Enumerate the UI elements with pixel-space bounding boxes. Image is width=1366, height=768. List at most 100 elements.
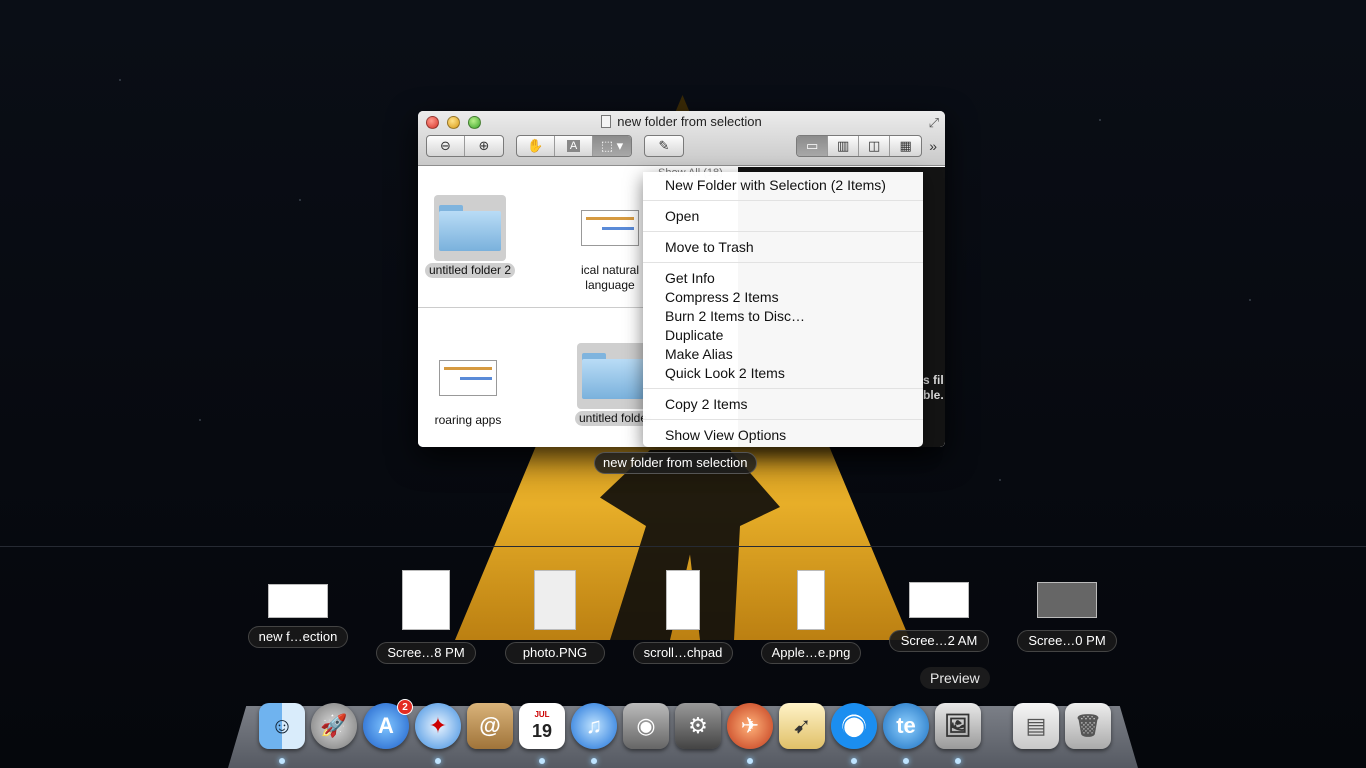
file-thumb [574, 195, 646, 261]
rect-select-icon[interactable]: ⬚ ▾ [593, 136, 631, 156]
menu-separator [643, 262, 923, 263]
hand-icon[interactable]: ✋ [517, 136, 555, 156]
tool-control: ✋ A ⬚ ▾ [516, 135, 632, 157]
shelf-thumbnail [797, 570, 825, 630]
address-book-icon[interactable]: @ [467, 703, 513, 749]
facetime-icon[interactable]: ◉ [623, 703, 669, 749]
zoom-out-icon[interactable]: ⊖ [427, 136, 465, 156]
documents-stack-icon[interactable]: ▤ [1013, 703, 1059, 749]
menu-item-compress[interactable]: Compress 2 Items [643, 288, 923, 307]
textexpander-icon[interactable]: te [883, 703, 929, 749]
running-indicator [851, 758, 857, 764]
file-label: ical natural language [580, 263, 640, 292]
zoom-in-icon[interactable]: ⊕ [465, 136, 503, 156]
file-item[interactable]: untitled folder 2 [420, 195, 520, 278]
text-select-icon[interactable]: A [555, 136, 593, 156]
shelf-thumbnail [402, 570, 450, 630]
menu-item-make-alias[interactable]: Make Alias [643, 345, 923, 364]
menu-item-show-view-options[interactable]: Show View Options [643, 426, 923, 445]
window-titlebar[interactable]: new folder from selection ⤢ ⊖ ⊕ ✋ A ⬚ ▾ … [418, 111, 945, 166]
shelf-label: new f…ection [248, 626, 348, 648]
menu-item-get-info[interactable]: Get Info [643, 269, 923, 288]
window-title-text: new folder from selection [617, 114, 762, 129]
trash-icon[interactable]: 🗑 [1065, 703, 1111, 749]
annotate-control: ✎ [644, 135, 684, 157]
menu-item-move-to-trash[interactable]: Move to Trash [643, 238, 923, 257]
shelf-item[interactable]: Scree…8 PM [374, 566, 478, 664]
folder-icon [582, 353, 644, 399]
running-indicator [591, 758, 597, 764]
file-label: roaring apps [434, 413, 502, 427]
finder-icon[interactable]: ☺ [259, 703, 305, 749]
shelf-label: Scree…8 PM [376, 642, 476, 664]
row-divider [418, 307, 643, 308]
context-menu: New Folder with Selection (2 Items) Open… [643, 172, 923, 447]
view-sidebar-icon[interactable]: ▥ [828, 136, 860, 156]
app-store-badge: 2 [397, 699, 413, 715]
document-thumbnail-icon [439, 360, 497, 396]
file-thumb [434, 195, 506, 261]
safari-icon[interactable]: ✦ [415, 703, 461, 749]
running-indicator [955, 758, 961, 764]
file-item[interactable]: roaring apps [423, 345, 513, 428]
shelf-item[interactable]: Scree…2 AM [887, 566, 991, 652]
menu-item-burn-to-disc[interactable]: Burn 2 Items to Disc… [643, 307, 923, 326]
app-store-icon[interactable]: A2 [363, 699, 413, 749]
folder-icon [439, 205, 501, 251]
menu-separator [643, 419, 923, 420]
shelf-thumbnail [666, 570, 700, 630]
file-item[interactable]: ical natural language [568, 195, 652, 293]
file-label: untitled folde [574, 411, 652, 426]
stack-caption[interactable]: new folder from selection [594, 452, 757, 474]
zoom-control: ⊖ ⊕ [426, 135, 504, 157]
shelf-item[interactable]: Scree…0 PM [1015, 566, 1119, 652]
file-thumb [577, 343, 649, 409]
menu-separator [643, 200, 923, 201]
shelf-label: Apple…e.png [761, 642, 861, 664]
shelf-thumbnail [909, 582, 969, 618]
shelf-item[interactable]: new f…ection [246, 566, 350, 648]
running-indicator [903, 758, 909, 764]
menu-item-new-folder-with-selection[interactable]: New Folder with Selection (2 Items) [643, 176, 923, 195]
shelf-label: scroll…chpad [633, 642, 733, 664]
floor-line [0, 546, 1366, 547]
preview-app-icon[interactable]: 🖼 [935, 703, 981, 749]
file-label: untitled folder 2 [424, 263, 516, 278]
launchpad-icon[interactable]: 🚀 [311, 703, 357, 749]
itunes-icon[interactable]: ♫ [571, 703, 617, 749]
view-two-page-icon[interactable]: ◫ [859, 136, 891, 156]
shelf-item[interactable]: scroll…chpad [631, 566, 735, 664]
document-thumbnail-icon [581, 210, 639, 246]
shelf-thumbnail [1037, 582, 1097, 618]
running-indicator [539, 758, 545, 764]
running-indicator [435, 758, 441, 764]
shelf-item[interactable]: photo.PNG [503, 566, 607, 664]
menu-separator [643, 388, 923, 389]
menu-item-copy[interactable]: Copy 2 Items [643, 395, 923, 414]
pointer-app-icon[interactable]: ➹ [779, 703, 825, 749]
shelf-label: Scree…2 AM [889, 630, 989, 652]
menu-item-open[interactable]: Open [643, 207, 923, 226]
toolbar-overflow-icon[interactable]: » [929, 138, 937, 154]
shelf-item[interactable]: Apple…e.png [759, 566, 863, 664]
fullscreen-icon[interactable]: ⤢ [929, 115, 939, 131]
document-icon [601, 115, 612, 128]
ring-app-icon[interactable]: ◯ [831, 703, 877, 749]
pencil-icon[interactable]: ✎ [645, 136, 683, 156]
calendar-day: 19 [531, 721, 553, 741]
view-grid-icon[interactable]: ▦ [890, 136, 921, 156]
menu-item-quick-look[interactable]: Quick Look 2 Items [643, 364, 923, 383]
partial-label: s fil ble. [923, 373, 944, 402]
menu-item-duplicate[interactable]: Duplicate [643, 326, 923, 345]
rocket-app-icon[interactable]: ✈ [727, 703, 773, 749]
calendar-month: JUL [534, 710, 550, 719]
view-mode-control: ▭ ▥ ◫ ▦ [796, 135, 923, 157]
window-title: new folder from selection [418, 114, 945, 129]
view-single-icon[interactable]: ▭ [797, 136, 829, 156]
shelf-thumbnail [268, 584, 328, 618]
running-indicator [747, 758, 753, 764]
system-preferences-icon[interactable]: ⚙ [675, 703, 721, 749]
shelf-thumbnail [534, 570, 576, 630]
calendar-icon[interactable]: JUL 19 [519, 703, 565, 749]
shelf-label: photo.PNG [505, 642, 605, 664]
